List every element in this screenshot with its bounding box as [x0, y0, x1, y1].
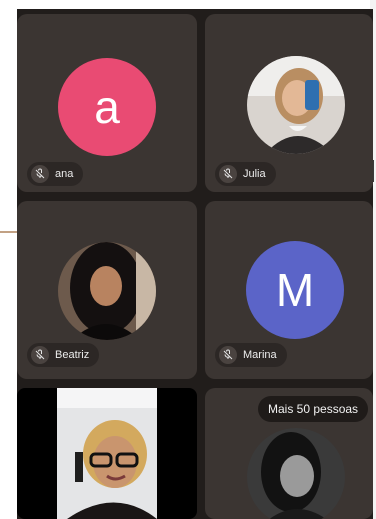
name-chip: Julia	[215, 162, 276, 186]
name-chip: Beatriz	[27, 343, 100, 367]
avatar: M	[246, 241, 344, 339]
participant-name: Marina	[243, 349, 277, 361]
more-people-label: Mais 50 pessoas	[268, 402, 359, 416]
participant-tile-beatriz[interactable]: Beatriz	[17, 201, 197, 379]
participant-name: Beatriz	[55, 349, 90, 361]
mic-off-icon	[219, 165, 237, 183]
participant-tile-video[interactable]	[17, 388, 197, 519]
participant-tile-marina[interactable]: M Marina	[205, 201, 373, 379]
name-chip: Marina	[215, 343, 287, 367]
avatar-photo	[247, 56, 345, 154]
participant-name: Julia	[243, 168, 266, 180]
avatar-letter: M	[275, 264, 315, 316]
name-chip: ana	[27, 162, 84, 186]
mic-off-icon	[31, 346, 49, 364]
participant-name: ana	[55, 168, 74, 180]
more-people-badge[interactable]: Mais 50 pessoas	[258, 396, 369, 422]
participant-tile-ana[interactable]: a ana	[17, 14, 197, 192]
mic-off-icon	[219, 346, 237, 364]
avatar-photo	[247, 428, 345, 519]
participant-tile-julia[interactable]: Julia	[205, 14, 373, 192]
avatar: a	[58, 58, 156, 156]
avatar-letter: a	[94, 81, 120, 133]
video-feed	[57, 388, 157, 519]
participant-tile-more[interactable]: Mais 50 pessoas	[205, 388, 373, 519]
mic-off-icon	[31, 165, 49, 183]
participant-grid: a ana Julia Beatriz M Marina Mais 50 pes…	[17, 9, 373, 519]
avatar-photo	[58, 242, 156, 340]
